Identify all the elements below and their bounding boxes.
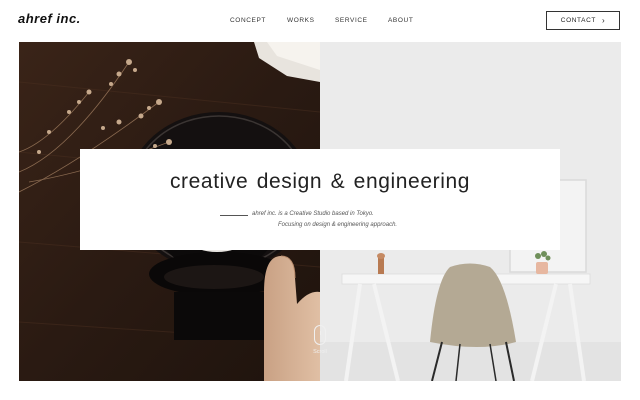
chevron-right-icon: › (601, 15, 606, 25)
scroll-label: Scroll (313, 349, 327, 355)
hero-headline: creative design & engineering (169, 170, 471, 193)
hero-tagline-1: ahref inc. is a Creative Studio based in… (252, 211, 374, 217)
nav-concept[interactable]: CONCEPT (230, 17, 266, 24)
nav-about[interactable]: ABOUT (388, 17, 413, 24)
tagline-divider (220, 215, 248, 216)
site-logo[interactable]: ahref inc. (18, 11, 81, 26)
site-header: ahref inc. CONCEPT WORKS SERVICE ABOUT C… (0, 0, 640, 40)
hero-tagline-2: Focusing on design & engineering approac… (278, 222, 398, 228)
scroll-icon[interactable] (314, 325, 326, 345)
scroll-wheel-indicator (320, 331, 321, 335)
hero-card: creative design & engineering ahref inc.… (80, 149, 560, 250)
nav-works[interactable]: WORKS (287, 17, 315, 24)
contact-button[interactable]: CONTACT › (546, 11, 620, 30)
nav-service[interactable]: SERVICE (335, 17, 368, 24)
contact-label: CONTACT (560, 17, 596, 24)
